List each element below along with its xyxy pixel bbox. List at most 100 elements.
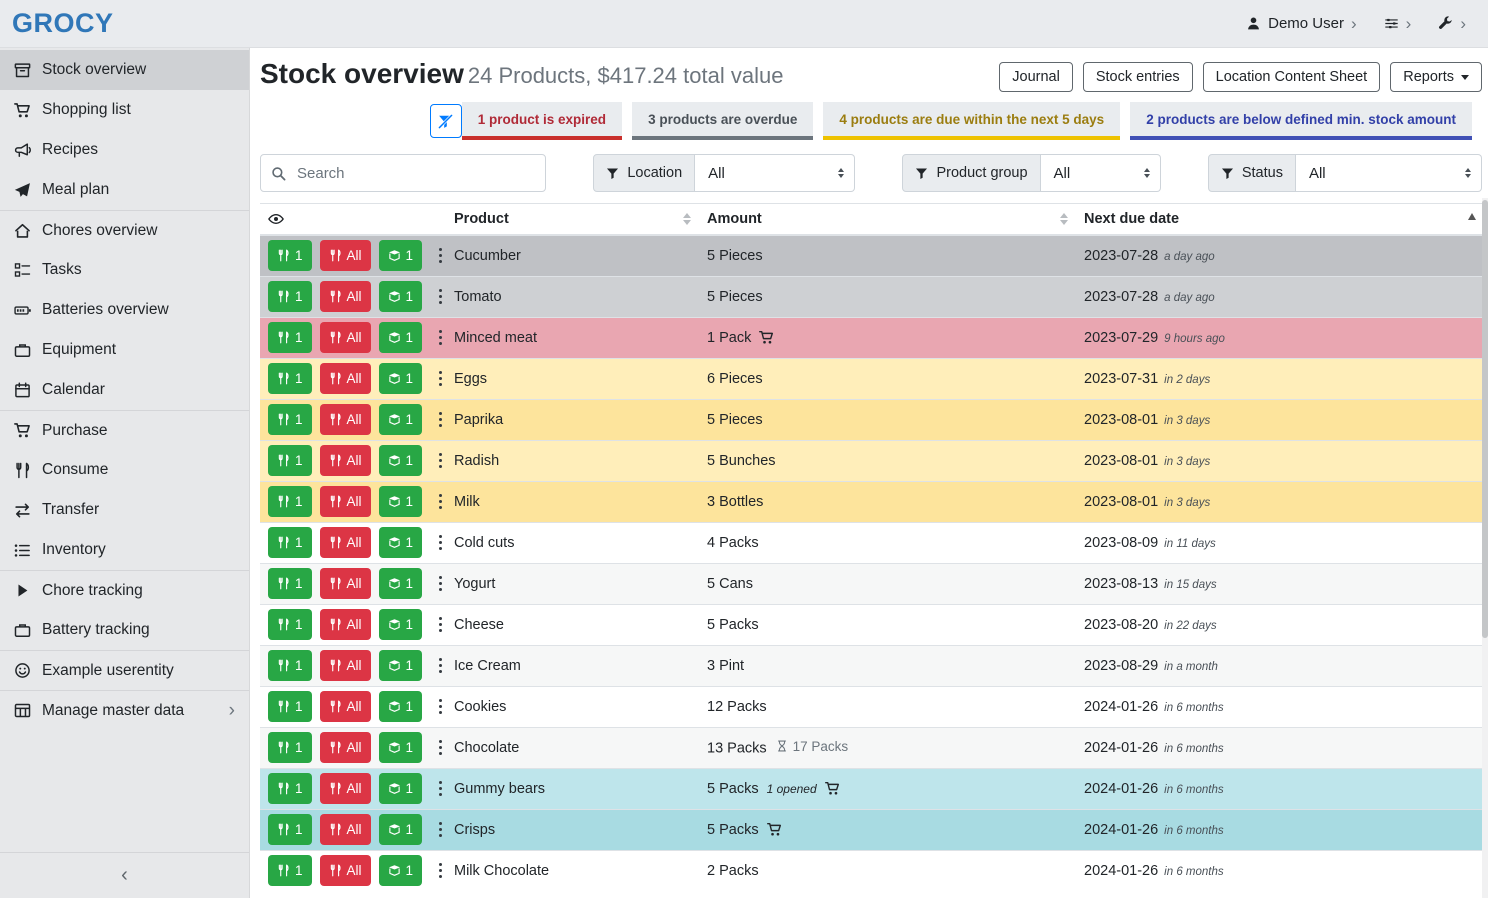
sidebar-item-batteries-overview[interactable]: Batteries overview (0, 290, 249, 330)
consume-all-button[interactable]: All (320, 445, 371, 476)
consume-one-button[interactable]: 1 (268, 363, 312, 394)
open-one-button[interactable]: 1 (379, 527, 423, 558)
sidebar-collapse-button[interactable]: ‹ (0, 852, 249, 898)
sidebar-item-calendar[interactable]: Calendar (0, 370, 249, 410)
consume-one-button[interactable]: 1 (268, 773, 312, 804)
consume-all-button[interactable]: All (320, 773, 371, 804)
sidebar-item-stock-overview[interactable]: Stock overview (0, 50, 249, 90)
row-menu-button[interactable] (434, 611, 446, 638)
column-header-amount[interactable]: Amount (699, 204, 1076, 236)
open-one-button[interactable]: 1 (379, 814, 423, 845)
consume-one-button[interactable]: 1 (268, 650, 312, 681)
open-one-button[interactable]: 1 (379, 445, 423, 476)
consume-one-button[interactable]: 1 (268, 322, 312, 353)
column-header-product[interactable]: Product (446, 204, 699, 236)
consume-all-button[interactable]: All (320, 281, 371, 312)
consume-one-button[interactable]: 1 (268, 404, 312, 435)
consume-one-button[interactable]: 1 (268, 445, 312, 476)
open-one-button[interactable]: 1 (379, 732, 423, 763)
row-menu-button[interactable] (434, 570, 446, 597)
status-banner-belowmin[interactable]: 2 products are below defined min. stock … (1130, 102, 1472, 140)
sidebar-item-recipes[interactable]: Recipes (0, 130, 249, 170)
sidebar-item-purchase[interactable]: Purchase (0, 410, 249, 450)
consume-one-button[interactable]: 1 (268, 568, 312, 599)
status-banner-duesoon[interactable]: 4 products are due within the next 5 day… (823, 102, 1120, 140)
row-menu-button[interactable] (434, 406, 446, 433)
open-one-button[interactable]: 1 (379, 322, 423, 353)
toolbar-button-location-content-sheet[interactable]: Location Content Sheet (1203, 62, 1381, 92)
row-menu-button[interactable] (434, 324, 446, 351)
open-one-button[interactable]: 1 (379, 281, 423, 312)
consume-one-button[interactable]: 1 (268, 281, 312, 312)
consume-all-button[interactable]: All (320, 650, 371, 681)
row-menu-button[interactable] (434, 775, 446, 802)
consume-one-button[interactable]: 1 (268, 527, 312, 558)
sidebar-item-manage-master-data[interactable]: Manage master data › (0, 690, 249, 730)
product-group-select[interactable]: All (1041, 154, 1161, 192)
row-menu-button[interactable] (434, 447, 446, 474)
toolbar-button-reports[interactable]: Reports (1390, 62, 1482, 92)
consume-one-button[interactable]: 1 (268, 609, 312, 640)
sidebar-item-chore-tracking[interactable]: Chore tracking (0, 570, 249, 610)
row-menu-button[interactable] (434, 693, 446, 720)
consume-all-button[interactable]: All (320, 404, 371, 435)
sidebar-item-transfer[interactable]: Transfer (0, 490, 249, 530)
open-one-button[interactable]: 1 (379, 773, 423, 804)
open-one-button[interactable]: 1 (379, 691, 423, 722)
settings-menu[interactable]: › (1384, 15, 1412, 32)
scrollbar-thumb[interactable] (1482, 200, 1488, 638)
open-one-button[interactable]: 1 (379, 568, 423, 599)
search-input[interactable] (295, 164, 535, 183)
consume-one-button[interactable]: 1 (268, 732, 312, 763)
row-menu-button[interactable] (434, 365, 446, 392)
open-one-button[interactable]: 1 (379, 404, 423, 435)
consume-one-button[interactable]: 1 (268, 691, 312, 722)
consume-all-button[interactable]: All (320, 486, 371, 517)
admin-menu[interactable]: › (1438, 15, 1466, 32)
row-menu-button[interactable] (434, 652, 446, 679)
toolbar-button-stock-entries[interactable]: Stock entries (1083, 62, 1193, 92)
sidebar-item-chores-overview[interactable]: Chores overview (0, 210, 249, 250)
consume-all-button[interactable]: All (320, 691, 371, 722)
sidebar-item-shopping-list[interactable]: Shopping list (0, 90, 249, 130)
consume-all-button[interactable]: All (320, 363, 371, 394)
open-one-button[interactable]: 1 (379, 855, 423, 886)
app-logo[interactable]: GROCY (12, 8, 114, 39)
page-scrollbar[interactable] (1482, 198, 1488, 898)
sidebar-item-meal-plan[interactable]: Meal plan (0, 170, 249, 210)
consume-one-button[interactable]: 1 (268, 855, 312, 886)
status-banner-expired[interactable]: 1 product is expired (462, 102, 622, 140)
sidebar-item-battery-tracking[interactable]: Battery tracking (0, 610, 249, 650)
consume-all-button[interactable]: All (320, 814, 371, 845)
open-one-button[interactable]: 1 (379, 609, 423, 640)
clear-filters-button[interactable] (430, 104, 462, 138)
consume-all-button[interactable]: All (320, 609, 371, 640)
consume-all-button[interactable]: All (320, 732, 371, 763)
row-menu-button[interactable] (434, 857, 446, 884)
location-select[interactable]: All (695, 154, 855, 192)
status-select[interactable]: All (1296, 154, 1482, 192)
consume-one-button[interactable]: 1 (268, 814, 312, 845)
consume-all-button[interactable]: All (320, 527, 371, 558)
sidebar-item-consume[interactable]: Consume (0, 450, 249, 490)
row-menu-button[interactable] (434, 529, 446, 556)
consume-one-button[interactable]: 1 (268, 486, 312, 517)
sidebar-item-tasks[interactable]: Tasks (0, 250, 249, 290)
row-menu-button[interactable] (434, 488, 446, 515)
sidebar-item-inventory[interactable]: Inventory (0, 530, 249, 570)
consume-all-button[interactable]: All (320, 240, 371, 271)
sidebar-item-example-userentity[interactable]: Example userentity (0, 650, 249, 690)
toolbar-button-journal[interactable]: Journal (999, 62, 1073, 92)
consume-all-button[interactable]: All (320, 855, 371, 886)
open-one-button[interactable]: 1 (379, 650, 423, 681)
sidebar-item-equipment[interactable]: Equipment (0, 330, 249, 370)
status-banner-overdue[interactable]: 3 products are overdue (632, 102, 813, 140)
open-one-button[interactable]: 1 (379, 486, 423, 517)
row-menu-button[interactable] (434, 242, 446, 269)
row-menu-button[interactable] (434, 816, 446, 843)
consume-one-button[interactable]: 1 (268, 240, 312, 271)
row-menu-button[interactable] (434, 283, 446, 310)
open-one-button[interactable]: 1 (379, 240, 423, 271)
consume-all-button[interactable]: All (320, 322, 371, 353)
column-header-next-due-date[interactable]: Next due date (1076, 204, 1482, 236)
